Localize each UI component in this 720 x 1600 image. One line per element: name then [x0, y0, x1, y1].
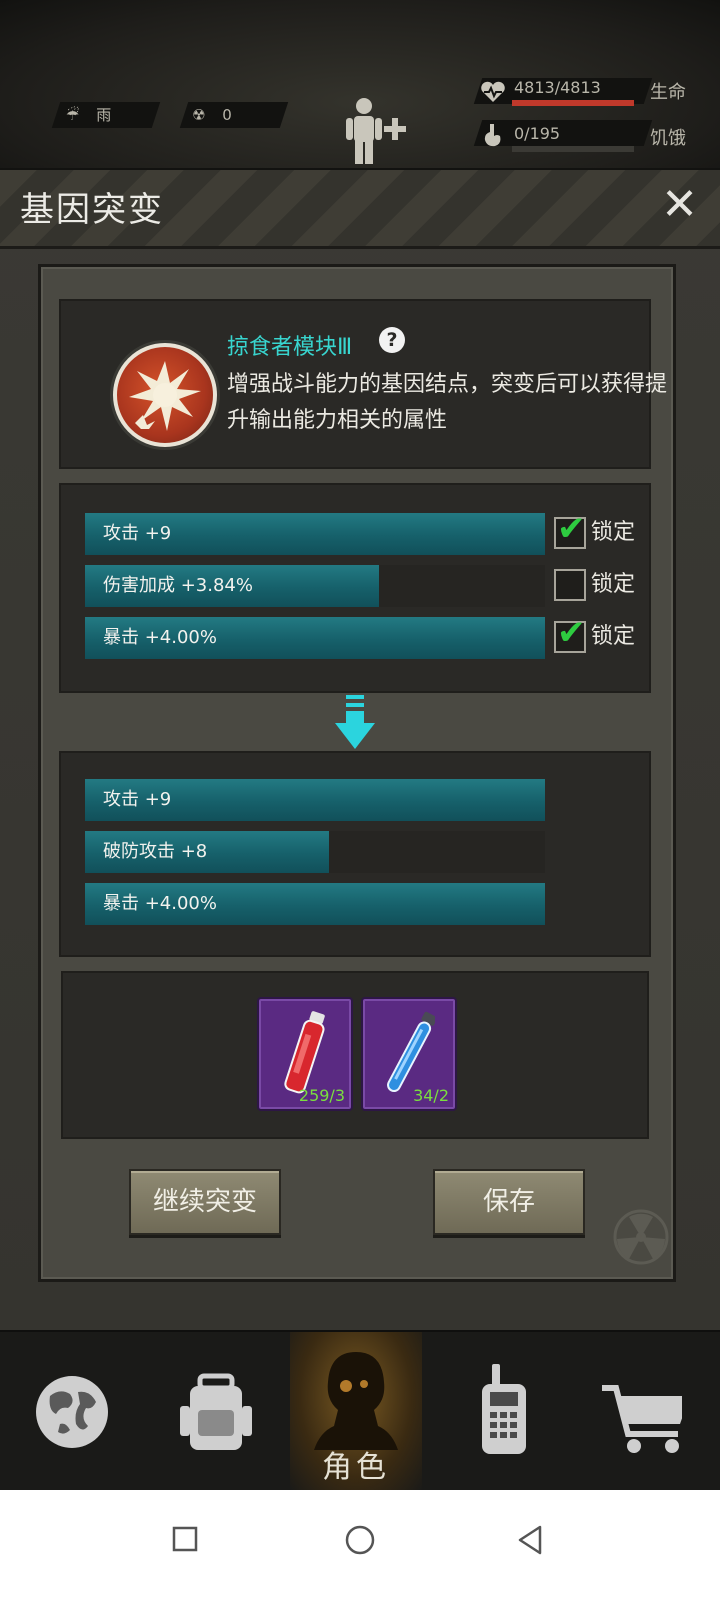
new-attributes-box: 攻击 +9 破防攻击 +8 暴击 +4.00%	[59, 751, 651, 957]
globe-icon	[36, 1376, 108, 1448]
tab-character-label: 角色	[322, 1450, 390, 1485]
attribute-label: 伤害加成 +3.84%	[103, 575, 253, 596]
current-attribute-row: 暴击 +4.00%	[85, 617, 545, 659]
weather-pill: ☔ 雨	[51, 102, 161, 128]
status-area: ☔ 雨 ☢ 0 4813/4813 生命 0/195 饥饿	[0, 0, 720, 170]
mutation-panel: 掠食者模块Ⅲ ? 增强战斗能力的基因结点，突变后可以获得提升输出能力相关的属性 …	[38, 264, 676, 1282]
dialog-header: 基因突变 ✕	[0, 170, 720, 249]
lock-checkbox[interactable]: ✔	[554, 613, 586, 653]
close-button[interactable]: ✕	[661, 180, 698, 230]
item-count: 34/2	[413, 1086, 449, 1105]
hunger-label: 饥饿	[650, 128, 686, 149]
current-attribute-row: 攻击 +9	[85, 513, 545, 555]
lock-label: 锁定	[591, 624, 636, 649]
check-icon: ✔	[557, 509, 586, 549]
current-attribute-row: 伤害加成 +3.84%	[85, 565, 545, 607]
gene-description: 增强战斗能力的基因结点，突变后可以获得提升输出能力相关的属性	[227, 372, 668, 433]
save-button[interactable]: 保存	[433, 1169, 585, 1235]
tab-character[interactable]: 角色	[290, 1332, 422, 1492]
radiation-value: 0	[222, 106, 232, 124]
health-label: 生命	[650, 82, 686, 103]
stomach-icon	[484, 124, 501, 147]
current-attributes-box: 攻击 +9 ✔ 锁定 伤害加成 +3.84% ✔ 锁定 暴击 +4.00% ✔ …	[59, 483, 651, 693]
check-icon: ✔	[557, 613, 586, 653]
tab-map[interactable]	[0, 1332, 144, 1492]
gene-mutation-dialog: 基因突变 ✕ 掠食者模块Ⅲ ? 增强战斗能力的基因结点，突变后可以获得提升输出能…	[0, 168, 720, 1330]
mutation-items-box: 259/3 34/2	[61, 971, 649, 1139]
attribute-label: 破防攻击 +8	[103, 841, 208, 862]
cart-icon	[602, 1385, 682, 1453]
weather-label: 雨	[96, 106, 112, 124]
radiation-icon: ☢	[192, 106, 206, 124]
continue-mutation-button[interactable]: 继续突变	[129, 1169, 281, 1235]
add-survivor-icon[interactable]	[344, 96, 410, 166]
dialog-title: 基因突变	[20, 190, 164, 230]
health-bar	[512, 100, 634, 106]
tab-shop[interactable]	[576, 1332, 720, 1492]
radio-icon	[482, 1364, 526, 1454]
system-nav-bar	[0, 1490, 720, 1600]
backpack-icon	[180, 1373, 252, 1450]
heart-icon	[481, 81, 505, 102]
red-vial-slot[interactable]: 259/3	[257, 997, 353, 1111]
tab-radio[interactable]	[432, 1332, 576, 1492]
back-icon[interactable]	[516, 1524, 546, 1556]
hunger-value: 0/195	[514, 124, 561, 143]
gene-name: 掠食者模块Ⅲ	[227, 335, 353, 360]
attribute-label: 暴击 +4.00%	[103, 627, 217, 648]
recent-apps-icon[interactable]	[172, 1526, 200, 1554]
help-icon[interactable]: ?	[379, 327, 405, 353]
attribute-label: 攻击 +9	[103, 789, 172, 810]
new-attribute-row: 攻击 +9	[85, 779, 545, 821]
new-attribute-row: 破防攻击 +8	[85, 831, 545, 873]
hunger-bar	[512, 146, 634, 152]
item-count: 259/3	[298, 1086, 345, 1105]
arrow-down-icon	[335, 695, 375, 749]
radiation-pill: ☢ 0	[179, 102, 289, 128]
rain-cloud-icon: ☔	[66, 106, 80, 124]
lock-checkbox[interactable]: ✔	[554, 509, 586, 549]
bottom-nav: 角色	[0, 1330, 720, 1492]
tab-backpack[interactable]	[144, 1332, 288, 1492]
radiation-watermark-icon	[613, 1209, 669, 1265]
new-attribute-row: 暴击 +4.00%	[85, 883, 545, 925]
character-icon	[314, 1352, 398, 1450]
predator-gene-icon	[113, 343, 217, 447]
attribute-label: 暴击 +4.00%	[103, 893, 217, 914]
home-icon[interactable]	[344, 1524, 376, 1556]
gene-info-box: 掠食者模块Ⅲ ? 增强战斗能力的基因结点，突变后可以获得提升输出能力相关的属性	[59, 299, 667, 469]
lock-checkbox[interactable]: ✔	[554, 569, 586, 601]
health-value: 4813/4813	[514, 78, 601, 97]
health-bar-fill	[512, 100, 634, 106]
attribute-label: 攻击 +9	[103, 523, 172, 544]
lock-label: 锁定	[591, 520, 636, 545]
blue-tube-slot[interactable]: 34/2	[361, 997, 457, 1111]
lock-label: 锁定	[591, 572, 636, 597]
